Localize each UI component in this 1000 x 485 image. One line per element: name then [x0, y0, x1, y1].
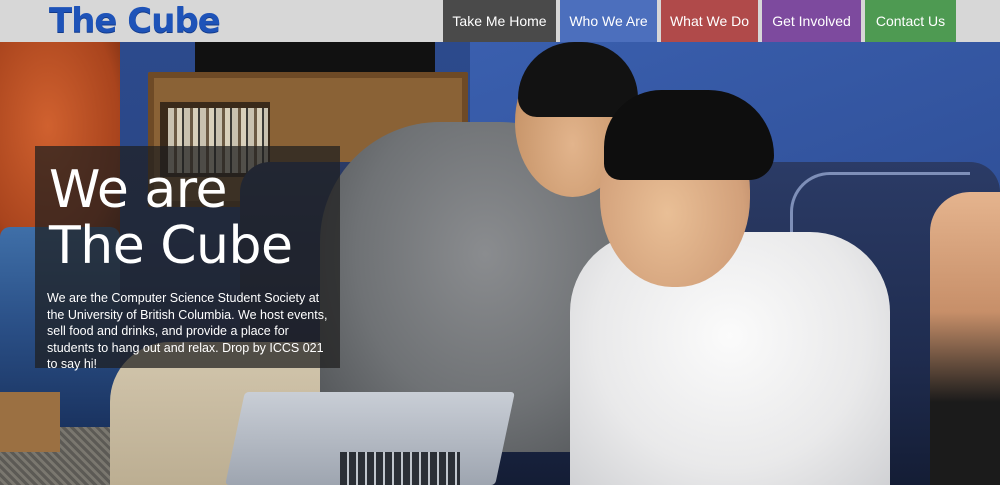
nav-contact-us[interactable]: Contact Us [865, 0, 956, 42]
site-header: The Cube Take Me Home Who We Are What We… [0, 0, 1000, 42]
hero-heading: We are The Cube [49, 162, 293, 274]
hero-heading-line1: We are [49, 160, 227, 220]
nav-get-involved[interactable]: Get Involved [762, 0, 861, 42]
hero-description: We are the Computer Science Student Soci… [47, 291, 328, 371]
hero-heading-line2: The Cube [49, 216, 293, 276]
nav-take-me-home[interactable]: Take Me Home [443, 0, 556, 42]
intro-overlay: We are The Cube We are the Computer Scie… [35, 146, 340, 371]
person-center-hair [604, 90, 774, 180]
nav-what-we-do[interactable]: What We Do [661, 0, 758, 42]
person-right [930, 192, 1000, 485]
side-table [0, 392, 60, 452]
site-logo[interactable]: The Cube [49, 0, 221, 42]
laptop-keyboard [340, 452, 460, 485]
person-center-shirt [570, 232, 890, 485]
nav-who-we-are[interactable]: Who We Are [560, 0, 657, 42]
